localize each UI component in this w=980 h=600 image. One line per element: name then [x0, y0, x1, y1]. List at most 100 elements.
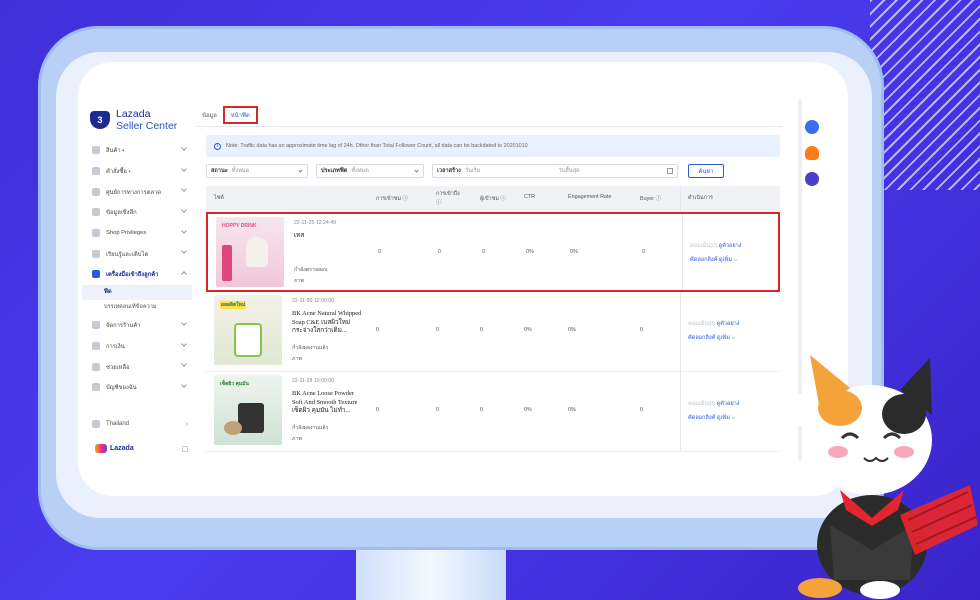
sidebar-item-learn-grow[interactable]: เรียนรู้และเติบโต	[82, 243, 192, 264]
sidebar: 3 Lazada Seller Center สินค้า • คำสั่งซื…	[82, 100, 192, 464]
sidebar-subitem-feed[interactable]: ฟีด	[82, 284, 192, 300]
main-content: ข้อมูล หน้าฟีด i Note: Traffic data has …	[196, 100, 782, 464]
end-date-input[interactable]: วันสิ้นสุด	[559, 167, 580, 175]
sidebar-item-marketing[interactable]: ศูนย์การทางการตลาด	[82, 181, 192, 202]
engagement-icon	[92, 270, 100, 279]
date-range-filter[interactable]: เวลาสร้าง วันเริ่ม วันสิ้นสุด	[432, 164, 678, 178]
status-filter[interactable]: สถานะ ทั้งหมด	[206, 164, 308, 178]
chevron-down-icon	[181, 145, 187, 151]
chevron-down-icon	[181, 361, 187, 368]
feed-thumbnail[interactable]: HOPPY DRINK	[216, 217, 284, 287]
chevron-down-icon	[181, 340, 187, 347]
sidebar-item-store[interactable]: จัดการร้านค้า	[82, 315, 192, 336]
col-visitors: ผู้เข้าชม ⓘ	[480, 196, 506, 202]
lucky-cat-mascot	[788, 355, 978, 599]
col-actions: ดำเนินการ	[688, 195, 713, 201]
chevron-down-icon	[414, 168, 419, 173]
chevron-down-icon	[181, 319, 187, 326]
chevron-down-icon	[181, 207, 187, 213]
notification-bell-icon[interactable]	[805, 146, 819, 160]
model-figure	[246, 237, 268, 267]
chat-icon[interactable]	[805, 120, 819, 134]
calendar-icon	[667, 168, 673, 174]
feed-title[interactable]: เทส	[294, 232, 366, 241]
table-row[interactable]: เซ็ตผิว คุมมัน 22-11-28 10:00:00 BK Acne…	[206, 372, 780, 452]
help-icon	[92, 362, 100, 371]
feed-thumbnail[interactable]: ผลผลิตใหม่	[214, 295, 282, 365]
more-link[interactable]: ดูเพิ่ม	[717, 415, 730, 421]
preview-link[interactable]: ดูตัวอย่าง	[717, 321, 740, 327]
col-buyer: Buyer ⓘ	[640, 196, 661, 202]
chevron-down-icon	[181, 227, 187, 234]
chevron-down-icon	[298, 168, 303, 173]
feed-title[interactable]: BK Acne Natural Whipped Soap C&E เบสผิวใ…	[292, 310, 364, 336]
copy-link[interactable]: คัดลอกลิงค์	[688, 335, 715, 341]
col-ctr: CTR	[524, 194, 536, 200]
info-icon: i	[214, 142, 221, 150]
sidebar-item-help[interactable]: ช่วยเหลือ	[82, 356, 192, 377]
more-link[interactable]: ดูเพิ่ม	[719, 257, 732, 263]
comment-link[interactable]: คอมเม้น(0)	[688, 401, 715, 407]
seller-center-app: 3 Lazada Seller Center สินค้า • คำสั่งซื…	[82, 100, 794, 464]
assistant-icon[interactable]	[805, 172, 819, 186]
feed-type-filter[interactable]: ประเภทฟีด ทั้งหมด	[316, 164, 424, 178]
info-notice: i Note: Traffic data has an approximate …	[206, 135, 780, 157]
preview-link[interactable]: ดูตัวอย่าง	[717, 401, 740, 407]
brand-logo[interactable]: 3 Lazada Seller Center	[90, 108, 177, 132]
sidebar-item-account[interactable]: บัญชีของฉัน	[82, 377, 192, 398]
sidebar-item-shop-privileges[interactable]: Shop Privileges	[82, 223, 192, 244]
sidebar-item-finance[interactable]: การเงิน	[82, 336, 192, 357]
column-divider	[680, 186, 681, 212]
table-header: ไซต์ การเข้าชม ⓘ การเข้าถึง ⓘ ผู้เข้าชม …	[206, 186, 780, 212]
brand-subtitle: Seller Center	[116, 120, 178, 132]
comment-link[interactable]: คอมเม้น(0)	[690, 243, 717, 249]
insights-icon	[92, 208, 100, 217]
learn-icon	[92, 249, 100, 258]
sidebar-item-orders[interactable]: คำสั่งซื้อ •	[82, 161, 192, 182]
privilege-icon	[92, 229, 100, 238]
collapse-icon[interactable]	[182, 445, 188, 452]
col-site: ไซต์	[214, 195, 224, 201]
col-engagement-rate: Engagement Rate	[568, 194, 612, 200]
tab-data[interactable]: ข้อมูล	[196, 108, 223, 122]
flag-icon	[92, 420, 100, 428]
chevron-down-icon	[181, 248, 187, 255]
copy-link[interactable]: คัดลอกลิงค์	[690, 257, 717, 263]
sidebar-item-insights[interactable]: ข้อมูลเชิงลึก	[82, 202, 192, 223]
chevron-down-icon	[181, 382, 187, 388]
col-reach: การเข้าถึง ⓘ	[436, 191, 460, 206]
sidebar-item-customer-engagement[interactable]: เครื่องมือเข้าถึงลูกค้า	[82, 264, 192, 285]
feed-thumbnail[interactable]: เซ็ตผิว คุมมัน	[214, 375, 282, 445]
sidebar-menu: สินค้า • คำสั่งซื้อ • ศูนย์การทางการตลาด…	[82, 140, 192, 398]
chevron-up-icon	[181, 271, 187, 277]
more-link[interactable]: ดูเพิ่ม	[717, 335, 730, 341]
tab-feed-page[interactable]: หน้าฟีด	[222, 106, 258, 124]
lazada-logo-icon: 3	[90, 111, 110, 129]
row-actions: คอมเม้น(0) ดูตัวอย่าง คัดลอกลิงค์ ดูเพิ่…	[688, 321, 740, 341]
preview-link[interactable]: ดูตัวอย่าง	[719, 243, 742, 249]
country-selector[interactable]: Thailand ›	[92, 420, 188, 428]
footer-brand: Lazada	[92, 444, 188, 453]
sidebar-item-products[interactable]: สินค้า •	[82, 140, 192, 161]
copy-link[interactable]: คัดลอกลิงค์	[688, 415, 715, 421]
table-row[interactable]: ผลผลิตใหม่ 22-11-30 12:00:00 BK Acne Nat…	[206, 292, 780, 372]
search-button[interactable]: ค้นหา	[688, 164, 724, 178]
filter-bar: สถานะ ทั้งหมด ประเภทฟีด ทั้งหมด เวลาสร้า…	[206, 164, 780, 178]
start-date-input[interactable]: วันเริ่ม	[465, 167, 481, 175]
box-icon	[92, 146, 100, 155]
finance-icon	[92, 341, 100, 350]
account-icon	[92, 383, 100, 392]
product-can	[222, 245, 232, 281]
sidebar-subitem-content[interactable]: บรรเทคอนเท้ข้อความ	[82, 300, 192, 315]
store-icon	[92, 321, 100, 330]
status-text: กำลังตรวจสอบ	[294, 267, 328, 273]
table-row[interactable]: HOPPY DRINK 22-11-25 12:24:49 เทส กำลังต…	[206, 212, 780, 292]
tab-divider	[196, 126, 782, 127]
comment-link[interactable]: คอมเม้น(0)	[688, 321, 715, 327]
orders-icon	[92, 167, 100, 176]
product-pack	[234, 323, 262, 357]
feed-table: ไซต์ การเข้าชม ⓘ การเข้าถึง ⓘ ผู้เข้าชม …	[206, 186, 780, 452]
feed-title[interactable]: BK Acne Loose Powder Soft And Smooth Tex…	[292, 390, 364, 416]
row-actions: คอมเม้น(0) ดูตัวอย่าง คัดลอกลิงค์ ดูเพิ่…	[690, 243, 742, 263]
chevron-down-icon	[181, 186, 187, 193]
